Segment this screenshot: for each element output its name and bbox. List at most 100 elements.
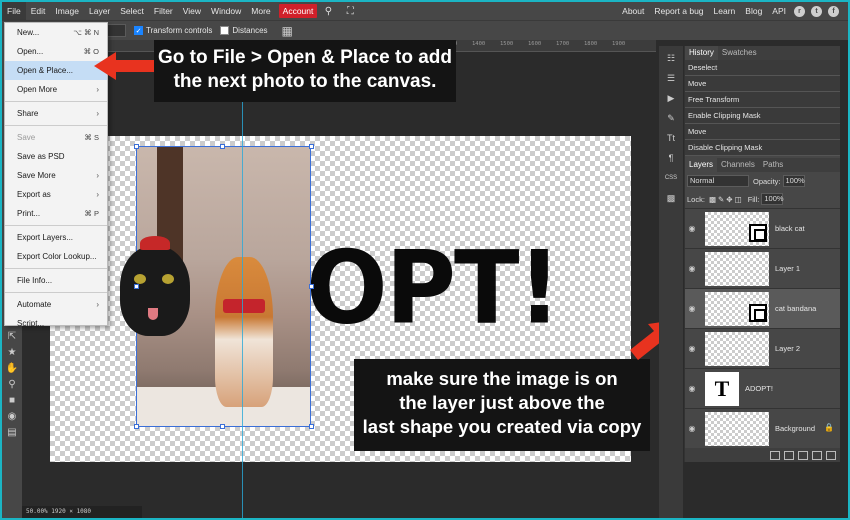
- tab-swatches[interactable]: Swatches: [718, 46, 761, 60]
- blog-link[interactable]: Blog: [740, 2, 767, 20]
- paragraph-icon[interactable]: ¶: [662, 150, 680, 166]
- transform-controls-checkbox[interactable]: ✓ Transform controls: [134, 26, 212, 35]
- play-icon[interactable]: ▶: [662, 90, 680, 106]
- menu-edit[interactable]: Edit: [26, 2, 51, 20]
- vertical-guide[interactable]: [242, 40, 243, 518]
- menu-item-file-info[interactable]: File Info...: [5, 271, 107, 290]
- delete-layer-icon[interactable]: [826, 450, 836, 460]
- history-row[interactable]: Free Transform: [685, 92, 840, 108]
- twitter-icon[interactable]: t: [811, 5, 822, 17]
- transform-handle[interactable]: [220, 424, 225, 429]
- eye-icon[interactable]: ◉: [685, 224, 699, 233]
- menu-item-save-more[interactable]: Save More ›: [5, 166, 107, 185]
- ruler-tick: 1700: [556, 41, 570, 47]
- menu-more[interactable]: More: [246, 2, 275, 20]
- transform-handle[interactable]: [309, 424, 314, 429]
- menu-item-open-more[interactable]: Open More ›: [5, 80, 107, 99]
- hand-tool-icon[interactable]: ✋: [4, 362, 20, 376]
- new-folder-icon[interactable]: [798, 450, 808, 460]
- menu-view[interactable]: View: [178, 2, 206, 20]
- bandana-image: [223, 299, 265, 313]
- fill-input[interactable]: 100%: [761, 193, 784, 205]
- menu-item-new[interactable]: New... ⌥ ⌘ N: [5, 23, 107, 42]
- menu-item-share[interactable]: Share ›: [5, 104, 107, 123]
- about-link[interactable]: About: [617, 2, 649, 20]
- menu-item-open-place[interactable]: Open & Place...: [5, 61, 107, 80]
- distances-checkbox[interactable]: Distances: [220, 26, 268, 35]
- new-layer-icon[interactable]: [812, 450, 822, 460]
- menu-item-script[interactable]: Script...: [5, 314, 107, 333]
- quick-mask-icon[interactable]: ◉: [4, 410, 20, 424]
- shape-tool-icon[interactable]: ★: [4, 346, 20, 360]
- history-row[interactable]: Enable Clipping Mask: [685, 108, 840, 124]
- eye-icon[interactable]: ◉: [685, 384, 699, 393]
- tab-channels[interactable]: Channels: [717, 158, 759, 172]
- link-layers-icon[interactable]: [770, 450, 780, 460]
- transform-handle[interactable]: [134, 144, 139, 149]
- fullscreen-icon[interactable]: ⛶: [343, 4, 357, 18]
- layer-row-adopt[interactable]: ◉ T ADOPT!: [685, 368, 840, 408]
- eye-icon[interactable]: ◉: [685, 424, 699, 433]
- tab-paths[interactable]: Paths: [759, 158, 787, 172]
- lock-icon: 🔒: [824, 423, 834, 432]
- history-panel-icon[interactable]: ☷: [662, 50, 680, 66]
- menu-item-export-as[interactable]: Export as ›: [5, 185, 107, 204]
- options-bar: er ✓ Transform controls Distances ▦: [2, 20, 848, 40]
- menu-item-print[interactable]: Print... ⌘ P: [5, 204, 107, 223]
- info-panel-icon[interactable]: ☰: [662, 70, 680, 86]
- menu-item-export-layers[interactable]: Export Layers...: [5, 228, 107, 247]
- layer-row-layer-1[interactable]: ◉ Layer 1: [685, 248, 840, 288]
- character-icon[interactable]: Tt: [662, 130, 680, 146]
- brush-icon[interactable]: ✎: [662, 110, 680, 126]
- history-row[interactable]: Deselect: [685, 60, 840, 76]
- transform-handle[interactable]: [309, 144, 314, 149]
- menu-layer[interactable]: Layer: [84, 2, 115, 20]
- transform-handle[interactable]: [134, 424, 139, 429]
- screen-mode-icon[interactable]: ▤: [4, 426, 20, 440]
- layer-row-background[interactable]: ◉ Background 🔒: [685, 408, 840, 448]
- menu-item-label: Open & Place...: [17, 66, 74, 75]
- transform-handle[interactable]: [134, 284, 139, 289]
- blend-mode-select[interactable]: Normal: [687, 175, 749, 187]
- history-row[interactable]: Move: [685, 76, 840, 92]
- menu-image[interactable]: Image: [50, 2, 84, 20]
- zoom-tool-icon[interactable]: ⚲: [4, 378, 20, 392]
- tab-layers[interactable]: Layers: [685, 158, 718, 172]
- opacity-input[interactable]: 100%: [782, 175, 805, 187]
- transform-handle[interactable]: [220, 144, 225, 149]
- layer-row-black-cat[interactable]: ◉ black cat: [685, 208, 840, 248]
- color-swatch-icon[interactable]: ■: [4, 394, 20, 408]
- reddit-icon[interactable]: r: [794, 5, 805, 17]
- menu-item-label: New...: [17, 28, 40, 37]
- menu-item-automate[interactable]: Automate ›: [5, 295, 107, 314]
- tab-history[interactable]: History: [685, 46, 718, 60]
- lock-icons[interactable]: ▩✎✥◫: [709, 195, 744, 204]
- account-button[interactable]: Account: [278, 4, 318, 18]
- search-icon[interactable]: ⚲: [321, 4, 335, 18]
- learn-link[interactable]: Learn: [709, 2, 741, 20]
- history-row[interactable]: Disable Clipping Mask: [685, 140, 840, 156]
- menu-window[interactable]: Window: [206, 2, 246, 20]
- file-menu-dropdown: New... ⌥ ⌘ N Open... ⌘ O Open & Place... O…: [4, 22, 108, 328]
- transform-handle[interactable]: [309, 284, 314, 289]
- report-bug-link[interactable]: Report a bug: [649, 2, 708, 20]
- image-icon[interactable]: ▩: [662, 190, 680, 206]
- eye-icon[interactable]: ◉: [685, 304, 699, 313]
- menu-item-export-color-lookup[interactable]: Export Color Lookup...: [5, 247, 107, 266]
- facebook-icon[interactable]: f: [828, 5, 839, 17]
- eye-icon[interactable]: ◉: [685, 344, 699, 353]
- layer-row-cat-bandana[interactable]: ◉ cat bandana: [685, 288, 840, 328]
- menu-file[interactable]: File: [2, 2, 26, 20]
- menu-item-open[interactable]: Open... ⌘ O: [5, 42, 107, 61]
- menu-select[interactable]: Select: [115, 2, 149, 20]
- api-link[interactable]: API: [767, 2, 791, 20]
- align-grid-icon[interactable]: ▦: [282, 24, 293, 38]
- adopt-text-layer: OPT!: [306, 229, 561, 347]
- eye-icon[interactable]: ◉: [685, 264, 699, 273]
- layer-style-icon[interactable]: [784, 450, 794, 460]
- menu-filter[interactable]: Filter: [149, 2, 178, 20]
- history-row[interactable]: Move: [685, 124, 840, 140]
- menu-item-save-psd[interactable]: Save as PSD: [5, 147, 107, 166]
- css-icon[interactable]: CSS: [662, 170, 680, 186]
- layer-row-layer-2[interactable]: ◉ Layer 2: [685, 328, 840, 368]
